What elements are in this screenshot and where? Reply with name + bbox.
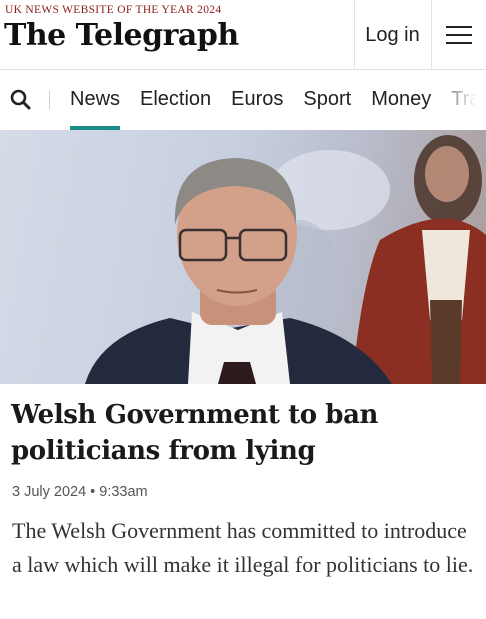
site-tagline: UK NEWS WEBSITE OF THE YEAR 2024 bbox=[5, 4, 222, 16]
article-date: 3 July 2024 bbox=[12, 484, 87, 500]
search-button[interactable] bbox=[8, 87, 34, 113]
nav-item-money[interactable]: Money bbox=[371, 70, 431, 130]
nav-item-travel[interactable]: Tra bbox=[451, 70, 480, 130]
article-time: 9:33am bbox=[99, 484, 148, 500]
nav-item-euros[interactable]: Euros bbox=[231, 70, 283, 130]
dateline-separator: • bbox=[90, 484, 96, 500]
hamburger-menu-icon bbox=[446, 26, 472, 44]
nav-divider bbox=[49, 90, 50, 110]
nav-item-sport[interactable]: Sport bbox=[303, 70, 351, 130]
section-nav: News Election Euros Sport Money Tra bbox=[0, 70, 486, 130]
login-button[interactable]: Log in bbox=[355, 0, 430, 70]
menu-button[interactable] bbox=[432, 0, 486, 70]
search-icon bbox=[10, 89, 31, 110]
telegraph-logo[interactable]: The Telegraph bbox=[4, 18, 239, 53]
site-header: UK NEWS WEBSITE OF THE YEAR 2024 The Tel… bbox=[0, 0, 486, 70]
article-hero-image[interactable] bbox=[0, 130, 486, 384]
nav-item-news[interactable]: News bbox=[70, 70, 121, 130]
article-dateline: 3 July 2024 • 9:33am bbox=[12, 484, 148, 500]
nav-item-election[interactable]: Election bbox=[140, 70, 211, 130]
hero-photo bbox=[85, 135, 486, 384]
article-headline[interactable]: Welsh Government to ban politicians from… bbox=[11, 397, 476, 469]
nav-items: News Election Euros Sport Money Tra bbox=[70, 70, 486, 130]
article-summary: The Welsh Government has committed to in… bbox=[12, 518, 474, 577]
